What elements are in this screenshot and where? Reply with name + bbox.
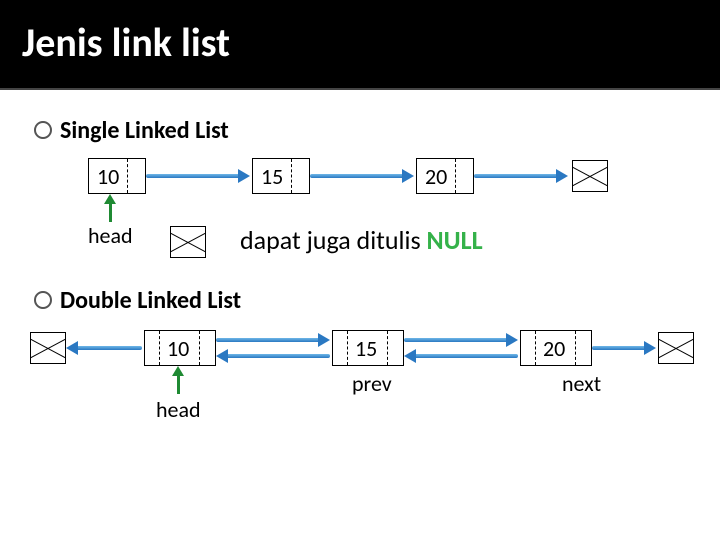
heading-single-text: Single Linked List [60,116,229,145]
null-note-text: dapat juga ditulis [240,224,427,256]
node-divider [291,159,292,193]
dll-node-1: 10 [144,330,216,366]
null-terminator-icon [572,160,608,192]
node-divider [387,331,388,365]
dll-node-3-value: 20 [543,335,565,362]
sll-node-3: 20 [416,158,474,194]
heading-double: Double Linked List [34,286,241,315]
dll-node-3: 20 [520,330,592,366]
sll-node-2-value: 15 [261,163,283,190]
dll-node-1-value: 10 [167,335,189,362]
null-note: dapat juga ditulis NULL [240,224,483,256]
sll-node-3-value: 20 [425,163,447,190]
node-divider [535,331,536,365]
title-bar: Jenis link list [0,0,720,90]
diagram-stage: Single Linked List 10 15 20 head dapat j… [0,90,720,542]
sll-head-label: head [88,222,133,249]
node-divider [127,159,128,193]
heading-double-text: Double Linked List [60,286,241,315]
heading-single: Single Linked List [34,116,229,145]
dll-head-label: head [156,396,201,423]
bullet-icon [34,121,52,139]
bullet-icon [34,291,52,309]
dll-node-2-value: 15 [355,335,377,362]
node-divider [575,331,576,365]
next-label: next [562,370,601,397]
page-title: Jenis link list [22,18,230,67]
dll-node-2: 15 [332,330,404,366]
sll-node-1: 10 [88,158,146,194]
sll-node-1-value: 10 [97,163,119,190]
null-keyword: NULL [427,224,483,256]
node-divider [199,331,200,365]
null-terminator-icon [658,332,694,364]
null-terminator-icon [170,226,206,258]
sll-node-2: 15 [252,158,310,194]
node-divider [455,159,456,193]
node-divider [347,331,348,365]
prev-label: prev [352,370,392,397]
node-divider [159,331,160,365]
null-terminator-icon [30,332,66,364]
